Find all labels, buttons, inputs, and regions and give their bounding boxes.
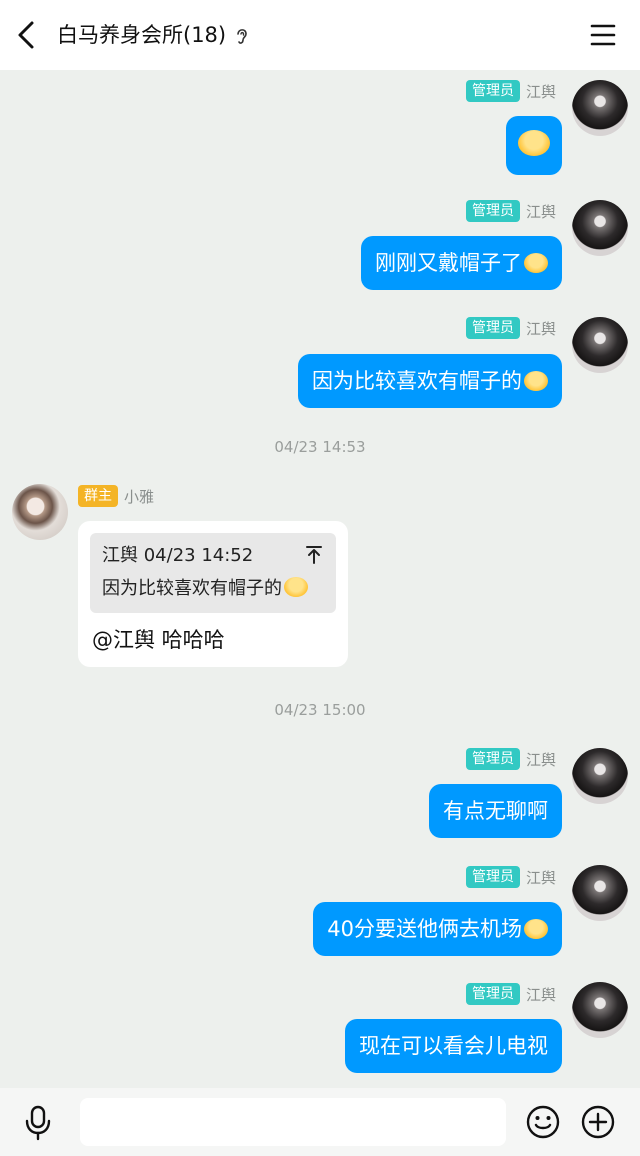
message-meta: 管理员 江舆 bbox=[465, 982, 556, 1006]
sender-name: 江舆 bbox=[525, 985, 556, 1004]
message-meta: 管理员 江舆 bbox=[465, 79, 556, 103]
admin-badge: 管理员 bbox=[465, 983, 520, 1005]
chat-header: 白马养身会所(18) bbox=[0, 0, 640, 70]
hug-emoji-icon bbox=[524, 919, 548, 939]
message-text: 因为比较喜欢有帽子的 bbox=[312, 369, 522, 393]
message-bubble[interactable]: 刚刚又戴帽子了 bbox=[361, 236, 562, 290]
sender-name: 江舆 bbox=[525, 319, 556, 338]
message-meta: 群主 小雅 bbox=[78, 484, 154, 508]
plus-circle-icon[interactable] bbox=[580, 1104, 616, 1140]
hug-emoji-icon bbox=[518, 130, 550, 156]
group-name: 白马养身会所(18) bbox=[57, 23, 227, 47]
message-meta: 管理员 江舆 bbox=[465, 199, 556, 223]
hug-emoji-icon bbox=[524, 371, 548, 391]
blush-emoji-icon bbox=[524, 253, 548, 273]
sender-name: 江舆 bbox=[525, 82, 556, 101]
sender-name: 小雅 bbox=[124, 487, 155, 506]
admin-badge: 管理员 bbox=[465, 866, 520, 888]
message-bubble[interactable]: 江舆 04/23 14:52 因为比较喜欢有帽子的 @江舆 哈哈哈 bbox=[78, 521, 348, 667]
sender-name: 江舆 bbox=[525, 868, 556, 887]
ear-icon bbox=[237, 29, 247, 44]
message-meta: 管理员 江舆 bbox=[465, 865, 556, 889]
admin-badge: 管理员 bbox=[465, 80, 520, 102]
message-bubble[interactable]: 有点无聊啊 bbox=[429, 784, 562, 838]
avatar[interactable] bbox=[572, 200, 628, 256]
message-text: @江舆 哈哈哈 bbox=[92, 628, 225, 652]
avatar[interactable] bbox=[572, 80, 628, 136]
microphone-icon[interactable] bbox=[22, 1105, 54, 1141]
chat-title[interactable]: 白马养身会所(18) bbox=[57, 20, 250, 50]
avatar[interactable] bbox=[572, 982, 628, 1038]
quoted-message[interactable]: 江舆 04/23 14:52 因为比较喜欢有帽子的 bbox=[90, 533, 336, 613]
message-bubble[interactable]: 现在可以看会儿电视 bbox=[345, 1019, 562, 1073]
hamburger-menu-icon[interactable] bbox=[590, 22, 616, 48]
message-bubble[interactable]: 因为比较喜欢有帽子的 bbox=[298, 354, 562, 408]
quote-text-row: 因为比较喜欢有帽子的 bbox=[102, 573, 324, 605]
admin-badge: 管理员 bbox=[465, 748, 520, 770]
message-meta: 管理员 江舆 bbox=[465, 747, 556, 771]
sender-name: 江舆 bbox=[525, 750, 556, 769]
timestamp: 04/23 15:00 bbox=[274, 701, 366, 719]
input-bar bbox=[0, 1088, 640, 1156]
message-text: 40分要送他俩去机场 bbox=[327, 917, 522, 941]
back-icon[interactable] bbox=[10, 17, 46, 53]
admin-badge: 管理员 bbox=[465, 317, 520, 339]
message-bubble[interactable]: 40分要送他俩去机场 bbox=[313, 902, 562, 956]
avatar[interactable] bbox=[572, 748, 628, 804]
message-text: 有点无聊啊 bbox=[443, 799, 548, 823]
message-text: 现在可以看会儿电视 bbox=[359, 1034, 548, 1058]
smiley-icon[interactable] bbox=[525, 1104, 561, 1140]
message-list[interactable]: 管理员 江舆 管理员 江舆 刚刚又戴帽子了 管理员 江舆 因为比较喜欢有帽子的 … bbox=[0, 70, 640, 1088]
owner-badge: 群主 bbox=[78, 485, 118, 507]
avatar[interactable] bbox=[12, 484, 68, 540]
quote-text: 因为比较喜欢有帽子的 bbox=[102, 578, 282, 599]
admin-badge: 管理员 bbox=[465, 200, 520, 222]
jump-to-message-icon[interactable] bbox=[304, 543, 324, 565]
message-input[interactable] bbox=[80, 1098, 506, 1146]
sender-name: 江舆 bbox=[525, 202, 556, 221]
message-bubble[interactable] bbox=[506, 116, 562, 175]
avatar[interactable] bbox=[572, 865, 628, 921]
message-meta: 管理员 江舆 bbox=[465, 316, 556, 340]
timestamp: 04/23 14:53 bbox=[274, 438, 366, 456]
quote-header: 江舆 04/23 14:52 bbox=[102, 545, 254, 566]
avatar[interactable] bbox=[572, 317, 628, 373]
message-text: 刚刚又戴帽子了 bbox=[375, 251, 522, 275]
hug-emoji-icon bbox=[284, 577, 308, 597]
